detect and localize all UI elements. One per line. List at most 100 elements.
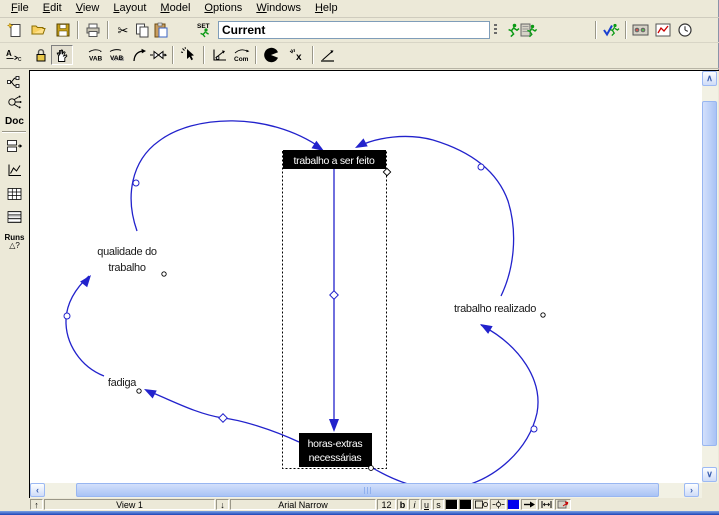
node-work-done[interactable]: trabalho realizado	[454, 303, 545, 317]
arrow-handle[interactable]	[330, 291, 338, 299]
arrow-color-swatch[interactable]	[507, 499, 520, 510]
scroll-left-button[interactable]: ‹	[30, 483, 45, 497]
uses-tree-tool[interactable]	[3, 92, 26, 112]
node-work-to-do[interactable]: trabalho a ser feito	[283, 150, 391, 176]
italic-button[interactable]: i	[409, 499, 420, 510]
italic-label: i	[414, 500, 416, 510]
control-panel-button[interactable]	[631, 20, 651, 40]
arrow-width-button[interactable]	[538, 499, 554, 510]
shape-selector-button[interactable]	[473, 499, 489, 510]
arrow-handle[interactable]	[478, 164, 484, 170]
arrowhead	[353, 138, 368, 152]
menu-view[interactable]: View	[69, 1, 107, 16]
scroll-down-button[interactable]: ∨	[702, 467, 717, 482]
copy-button[interactable]	[132, 20, 152, 40]
arrow-overtime-to-work-done[interactable]	[371, 325, 538, 483]
horizontal-scrollbar[interactable]: ‹ ›	[30, 483, 702, 498]
next-view-button[interactable]: ↓	[216, 499, 229, 510]
menu-edit[interactable]: Edit	[36, 1, 69, 16]
new-file-button[interactable]	[5, 20, 25, 40]
arrow-handle[interactable]	[219, 414, 227, 422]
font-size-field[interactable]: 12	[377, 499, 396, 510]
node-handle[interactable]	[162, 272, 166, 276]
up-arrow-icon: ↑	[34, 500, 39, 510]
node-work-quality[interactable]: qualidade do trabalho	[97, 246, 166, 276]
document-tool[interactable]: Doc	[3, 111, 26, 131]
position-button[interactable]	[490, 499, 506, 510]
graphics-tool[interactable]	[261, 45, 281, 65]
node-fatigue[interactable]: fadiga	[108, 377, 141, 393]
variable-tool[interactable]: VAB	[86, 45, 106, 65]
menu-model[interactable]: Model	[153, 1, 197, 16]
delete-tool[interactable]: x	[287, 45, 307, 65]
move-size-tool[interactable]	[51, 45, 73, 65]
comment-tool[interactable]: Com	[231, 45, 251, 65]
graph-tool[interactable]	[3, 160, 26, 180]
text-edit-tool[interactable]: A c	[4, 45, 24, 65]
comment-com-icon: Com	[232, 47, 250, 63]
simulation-setup-button[interactable]: SET	[194, 20, 214, 40]
shadow-variable-tool[interactable]: VAB VAB	[107, 45, 127, 65]
doc-label: Doc	[5, 116, 24, 127]
arrow-quality-to-work-to-do[interactable]	[131, 121, 321, 231]
node-handle[interactable]	[383, 168, 390, 175]
scroll-up-button[interactable]: ∧	[702, 71, 717, 86]
model-canvas[interactable]: trabalho a ser feito horas-extras necess…	[30, 71, 702, 483]
menu-help[interactable]: Help	[308, 1, 345, 16]
box-color-swatch[interactable]	[459, 499, 472, 510]
strikethrough-button[interactable]: s	[433, 499, 444, 510]
node-handle[interactable]	[541, 313, 545, 317]
font-name-field[interactable]: Arial Narrow	[230, 499, 376, 510]
arrow-style-button[interactable]	[521, 499, 537, 510]
text-color-swatch[interactable]	[445, 499, 458, 510]
arrow-right-icon	[523, 500, 536, 509]
toolbar-separator	[77, 21, 79, 39]
arrow-handle[interactable]	[64, 313, 70, 319]
causes-strip-icon	[6, 138, 24, 154]
arrow-fatigue-to-quality[interactable]	[66, 276, 104, 376]
bold-button[interactable]: b	[397, 499, 408, 510]
previous-view-button[interactable]: ↑	[30, 499, 43, 510]
print-button[interactable]	[83, 20, 103, 40]
run-batch-button[interactable]	[519, 20, 539, 40]
node-handle[interactable]	[137, 389, 141, 393]
vertical-scrollbar[interactable]: ∧ ∨	[702, 71, 718, 483]
arrow-handle[interactable]	[133, 180, 139, 186]
runs-compare-tool[interactable]: Runs △?	[3, 230, 26, 254]
pointer-sparks-icon	[180, 47, 198, 63]
equations-tool[interactable]	[318, 45, 338, 65]
menu-options[interactable]: Options	[197, 1, 249, 16]
table-time-tool[interactable]	[3, 207, 26, 227]
time-axis-button[interactable]	[675, 20, 695, 40]
node-handle[interactable]	[369, 466, 374, 471]
arrow-handle[interactable]	[531, 426, 537, 432]
svg-text:SET: SET	[197, 23, 210, 30]
causes-strip-tool[interactable]	[3, 136, 26, 156]
cut-button[interactable]: ✂	[113, 20, 133, 40]
save-button[interactable]	[53, 20, 73, 40]
menu-file[interactable]: File	[4, 1, 36, 16]
paste-button[interactable]	[151, 20, 171, 40]
merge-tool[interactable]	[179, 45, 199, 65]
causes-tree-tool[interactable]	[3, 72, 26, 92]
dataset-name-field[interactable]	[218, 21, 490, 39]
svg-text:necessárias: necessárias	[309, 452, 362, 464]
scroll-right-button[interactable]: ›	[684, 483, 699, 497]
table-tool[interactable]	[3, 184, 26, 204]
view-name-field[interactable]: View 1	[44, 499, 215, 510]
reality-check-button[interactable]	[601, 20, 621, 40]
underline-button[interactable]: u	[421, 499, 432, 510]
rate-tool[interactable]	[148, 45, 168, 65]
output-windows-button[interactable]	[653, 20, 673, 40]
open-file-button[interactable]	[29, 20, 49, 40]
bring-front-button[interactable]	[555, 499, 571, 510]
chevron-down-icon: ∨	[706, 469, 713, 480]
menu-layout[interactable]: Layout	[106, 1, 153, 16]
menu-windows[interactable]: Windows	[249, 1, 308, 16]
vertical-scroll-thumb[interactable]	[702, 101, 717, 446]
lock-tool[interactable]	[31, 45, 51, 65]
arrow-tool[interactable]	[129, 45, 149, 65]
input-output-tool[interactable]	[210, 45, 230, 65]
node-overtime-needed[interactable]: horas-extras necessárias	[299, 433, 373, 470]
horizontal-scroll-thumb[interactable]	[76, 483, 659, 497]
